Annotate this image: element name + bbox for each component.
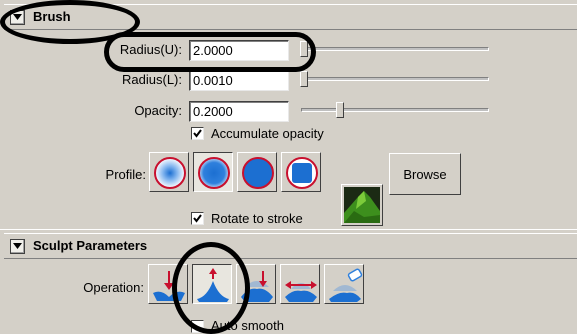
opacity-label: Opacity: [134, 103, 182, 118]
soft-brush-icon [198, 157, 230, 189]
gaussian-brush-icon [154, 157, 186, 189]
profile-gaussian-button[interactable] [149, 152, 189, 192]
operation-label: Operation: [83, 280, 144, 295]
square-brush-icon [286, 157, 318, 189]
radius-l-field[interactable]: 0.0010 [189, 70, 289, 91]
operation-erase-button[interactable] [324, 264, 364, 304]
push-icon [153, 271, 185, 301]
pull-icon [197, 268, 229, 302]
tool-settings-panel: Brush Radius(U): 2.0000 Radius(L): 0.001… [0, 0, 577, 334]
solid-brush-icon [242, 157, 274, 189]
brush-section-title: Brush [33, 9, 71, 24]
erase-icon [329, 268, 363, 302]
rotate-to-stroke-label: Rotate to stroke [211, 211, 303, 226]
radius-u-label: Radius(U): [119, 42, 182, 57]
accumulate-opacity-label: Accumulate opacity [211, 126, 324, 141]
brush-section-header[interactable]: Brush [4, 4, 577, 30]
operation-smooth-button[interactable] [236, 264, 276, 304]
sculpt-section-title: Sculpt Parameters [33, 238, 148, 253]
smooth-icon [241, 271, 273, 302]
brush-section-body: Radius(U): 2.0000 Radius(L): 0.0010 Opac… [0, 31, 577, 230]
sculpt-parameters-header[interactable]: Sculpt Parameters [4, 233, 577, 259]
relax-icon [285, 281, 317, 302]
profile-custom-image[interactable] [341, 184, 383, 226]
profile-square-button[interactable] [281, 152, 321, 192]
opacity-slider[interactable] [301, 108, 489, 112]
rotate-to-stroke-checkbox[interactable] [191, 212, 204, 225]
operation-push-button[interactable] [148, 264, 188, 304]
opacity-field[interactable]: 0.2000 [189, 101, 289, 122]
accumulate-opacity-checkbox[interactable] [191, 127, 204, 140]
operation-pull-button[interactable] [192, 264, 232, 304]
operation-relax-button[interactable] [280, 264, 320, 304]
radius-l-slider-handle[interactable] [300, 71, 308, 87]
browse-button[interactable]: Browse [389, 153, 461, 195]
radius-u-field[interactable]: 2.0000 [189, 40, 289, 61]
collapse-arrow-icon[interactable] [10, 10, 25, 25]
profile-label: Profile: [105, 167, 146, 182]
profile-soft-button[interactable] [193, 152, 233, 192]
auto-smooth-checkbox[interactable] [191, 320, 204, 333]
radius-l-slider[interactable] [301, 77, 489, 81]
collapse-arrow-icon[interactable] [10, 239, 25, 254]
custom-brush-image-icon [344, 187, 380, 223]
radius-u-slider[interactable] [301, 47, 489, 51]
radius-l-label: Radius(L): [122, 72, 182, 87]
auto-smooth-label: Auto smooth [211, 318, 284, 333]
profile-solid-button[interactable] [237, 152, 277, 192]
opacity-slider-handle[interactable] [336, 102, 344, 118]
radius-u-slider-handle[interactable] [300, 41, 308, 57]
